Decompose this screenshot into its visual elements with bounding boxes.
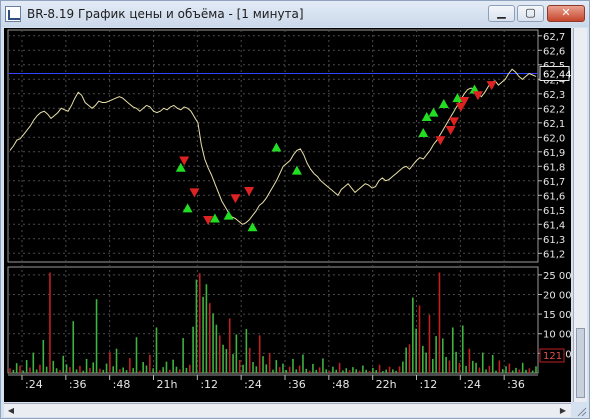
chart-svg[interactable]: 62,762,662,562,462,362,262,162,061,961,8…	[4, 28, 578, 402]
price-tick-label: 61,9	[543, 148, 565, 159]
time-tick-label: :24	[25, 378, 43, 391]
volume-tick-label: 20 000	[543, 290, 571, 301]
maximize-button[interactable]: ▢	[517, 5, 544, 22]
current-price-label: 62,44	[543, 70, 571, 81]
price-tick-label: 62,3	[543, 90, 565, 101]
vertical-scroll-thumb[interactable]	[576, 328, 585, 398]
horizontal-scrollbar[interactable]: ◀ ▶	[4, 403, 571, 417]
time-tick-label: :36	[69, 378, 87, 391]
time-tick-label: :24	[244, 378, 262, 391]
price-tick-label: 61,8	[543, 162, 565, 173]
time-tick-label: :36	[288, 378, 306, 391]
time-tick-label: :48	[332, 378, 350, 391]
time-tick-label: 22h	[376, 378, 397, 391]
price-tick-label: 62,1	[543, 119, 565, 130]
price-tick-label: 61,2	[543, 249, 565, 260]
price-tick-label: 61,3	[543, 235, 565, 246]
chart-background	[4, 28, 571, 402]
volume-tick-label: 10 000	[543, 330, 571, 341]
time-tick-label: 21h	[157, 378, 178, 391]
minimize-button[interactable]: ▁	[488, 5, 515, 22]
scroll-right-arrow-icon[interactable]: ▶	[557, 405, 569, 416]
price-tick-label: 62,6	[543, 46, 565, 57]
price-tick-label: 61,6	[543, 191, 565, 202]
time-tick-label: :12	[200, 378, 218, 391]
vertical-scrollbar[interactable]	[573, 28, 587, 402]
price-tick-label: 62,2	[543, 104, 565, 115]
close-button[interactable]: ✕	[547, 5, 585, 22]
chart-window: BR-8.19 График цены и объёма - [1 минута…	[0, 0, 590, 419]
price-tick-label: 61,5	[543, 206, 565, 217]
current-volume-label: 121	[543, 351, 562, 362]
price-tick-label: 62,7	[543, 32, 565, 43]
time-tick-label: :36	[507, 378, 525, 391]
time-tick-label: :24	[463, 378, 481, 391]
chart-app-icon	[5, 6, 21, 22]
price-tick-label: 61,4	[543, 220, 565, 231]
volume-tick-label: 15 000	[543, 310, 571, 321]
time-tick-label: :48	[113, 378, 131, 391]
price-tick-label: 62,0	[543, 133, 565, 144]
volume-tick-label: 25 000	[543, 271, 571, 282]
scroll-left-arrow-icon[interactable]: ◀	[5, 405, 17, 416]
time-tick-label: :12	[420, 378, 438, 391]
chart-area[interactable]: 62,762,662,562,462,362,262,162,061,961,8…	[4, 28, 578, 402]
resize-grip-icon[interactable]	[575, 405, 587, 417]
window-title: BR-8.19 График цены и объёма - [1 минута…	[27, 7, 304, 21]
title-bar[interactable]: BR-8.19 График цены и объёма - [1 минута…	[1, 1, 589, 27]
price-tick-label: 61,7	[543, 177, 565, 188]
